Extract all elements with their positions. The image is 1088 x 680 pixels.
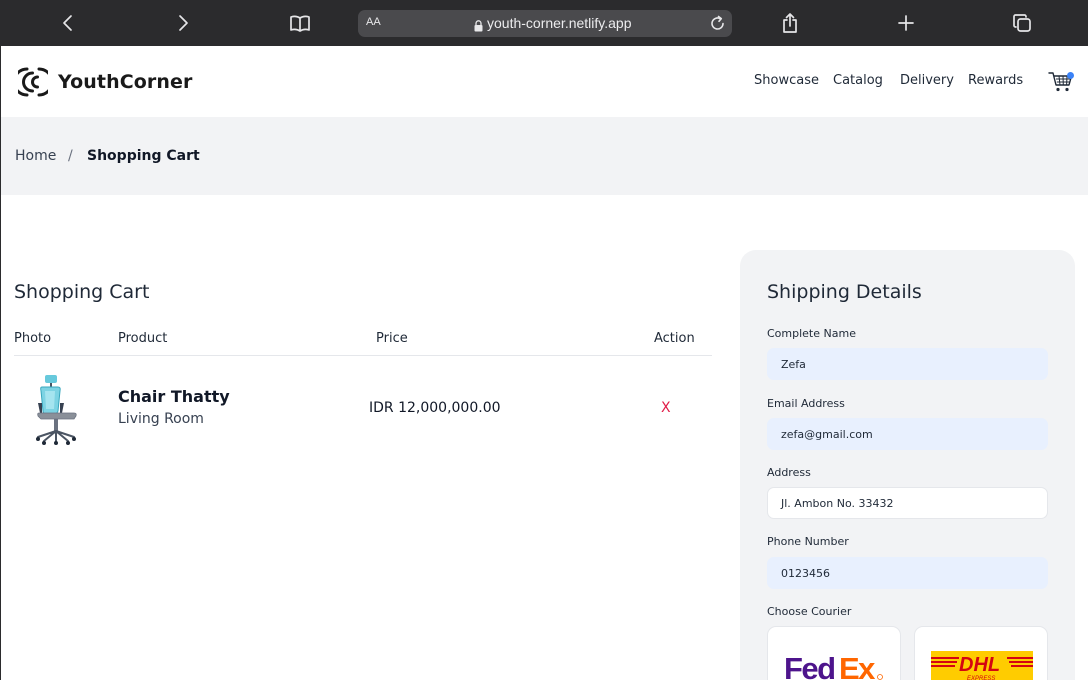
share-icon[interactable]: [775, 8, 805, 38]
dhl-logo: DHL EXPRESS: [931, 651, 1033, 680]
phone-value: 0123456: [781, 566, 830, 580]
brand-logo[interactable]: YouthCorner: [18, 66, 192, 98]
shipping-title: Shipping Details: [767, 281, 922, 303]
breadcrumb-current: Shopping Cart: [87, 148, 200, 164]
courier-dhl[interactable]: DHL EXPRESS: [914, 626, 1048, 680]
url-text: youth-corner.netlify.app: [487, 15, 632, 31]
column-product: Product: [118, 331, 168, 346]
address-value: Jl. Ambon No. 33432: [781, 496, 894, 510]
phone-field[interactable]: 0123456: [767, 557, 1048, 589]
svg-text:DHL: DHL: [959, 654, 1000, 676]
fedex-logo: Fed Ex: [784, 651, 883, 680]
plus-icon[interactable]: [891, 8, 921, 38]
browser-toolbar: AA youth-corner.netlify.app: [0, 0, 1088, 46]
cart-badge: [1067, 72, 1074, 79]
lock-icon: [474, 17, 483, 36]
name-value: Zefa: [781, 357, 806, 371]
nav-showcase[interactable]: Showcase: [754, 73, 819, 88]
name-field[interactable]: Zefa: [767, 348, 1048, 380]
column-price: Price: [376, 331, 408, 346]
email-value: zefa@gmail.com: [781, 427, 873, 441]
nav-delivery[interactable]: Delivery: [900, 73, 954, 88]
courier-label: Choose Courier: [767, 605, 852, 618]
breadcrumb-home[interactable]: Home: [15, 148, 56, 164]
forward-icon[interactable]: [168, 8, 198, 38]
svg-text:Fed: Fed: [784, 651, 835, 680]
reload-icon[interactable]: [708, 14, 727, 33]
table-divider: [14, 355, 712, 356]
column-photo: Photo: [14, 331, 52, 346]
product-category: Living Room: [118, 411, 204, 427]
brand-name: YouthCorner: [58, 71, 193, 93]
phone-label: Phone Number: [767, 535, 849, 548]
email-label: Email Address: [767, 397, 845, 410]
svg-text:EXPRESS: EXPRESS: [967, 676, 995, 680]
email-field[interactable]: zefa@gmail.com: [767, 418, 1048, 450]
tabs-icon[interactable]: [1007, 8, 1037, 38]
courier-fedex[interactable]: Fed Ex: [767, 626, 901, 680]
column-action: Action: [654, 331, 695, 346]
address-label: Address: [767, 466, 811, 479]
nav-catalog[interactable]: Catalog: [833, 73, 883, 88]
address-field[interactable]: Jl. Ambon No. 33432: [767, 487, 1048, 519]
remove-item-button[interactable]: X: [661, 400, 671, 416]
book-icon[interactable]: [285, 8, 315, 38]
site-navbar: YouthCorner Showcase Catalog Delivery Re…: [0, 46, 1088, 117]
address-bar[interactable]: AA youth-corner.netlify.app: [358, 10, 732, 37]
cart-button[interactable]: [1048, 70, 1076, 94]
cart-title: Shopping Cart: [14, 281, 150, 303]
name-label: Complete Name: [767, 327, 856, 340]
nav-rewards[interactable]: Rewards: [968, 73, 1023, 88]
product-price: IDR 12,000,000.00: [369, 400, 501, 416]
back-icon[interactable]: [53, 8, 83, 38]
product-name[interactable]: Chair Thatty: [118, 387, 230, 406]
product-photo[interactable]: [30, 373, 82, 445]
breadcrumb: Home / Shopping Cart: [1, 117, 1088, 195]
breadcrumb-separator: /: [68, 148, 73, 164]
text-size-button[interactable]: AA: [366, 16, 381, 28]
svg-text:Ex: Ex: [839, 651, 876, 680]
logo-icon: [18, 67, 48, 97]
